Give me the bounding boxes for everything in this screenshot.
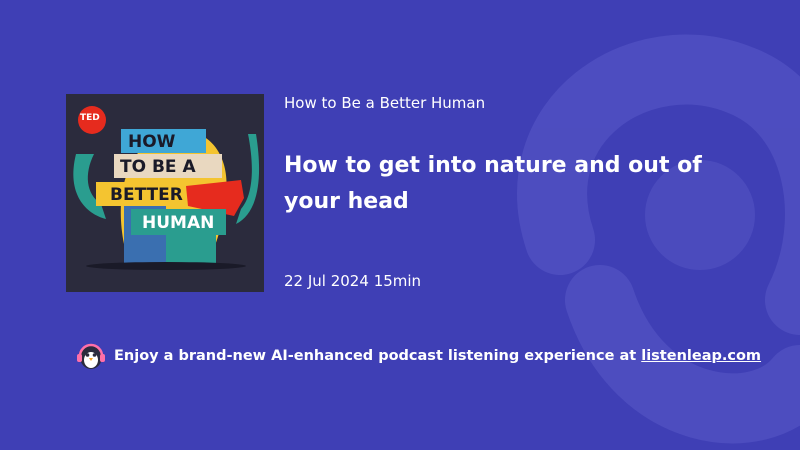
cover-line-4: HUMAN [142, 213, 215, 233]
episode-duration: 15min [373, 272, 422, 290]
episode-meta: 22 Jul 2024 15min [284, 272, 421, 290]
show-title[interactable]: How to Be a Better Human [284, 94, 485, 112]
cover-line-1: HOW [128, 132, 176, 152]
podcast-cover-art[interactable]: TED HOW TO BE A BETTER HUMAN [66, 94, 264, 292]
cover-line-3: BETTER [110, 185, 183, 205]
episode-date: 22 Jul 2024 [284, 272, 369, 290]
ted-badge: TED [80, 113, 100, 123]
promo-banner: Enjoy a brand-new AI-enhanced podcast li… [76, 342, 761, 370]
listenleap-link[interactable]: listenleap.com [641, 348, 761, 364]
penguin-headphones-icon [77, 343, 105, 369]
episode-title[interactable]: How to get into nature and out of your h… [284, 148, 754, 220]
cover-line-2: TO BE A [120, 157, 196, 177]
promo-message: Enjoy a brand-new AI-enhanced podcast li… [114, 348, 637, 364]
promo-text: Enjoy a brand-new AI-enhanced podcast li… [114, 348, 761, 364]
